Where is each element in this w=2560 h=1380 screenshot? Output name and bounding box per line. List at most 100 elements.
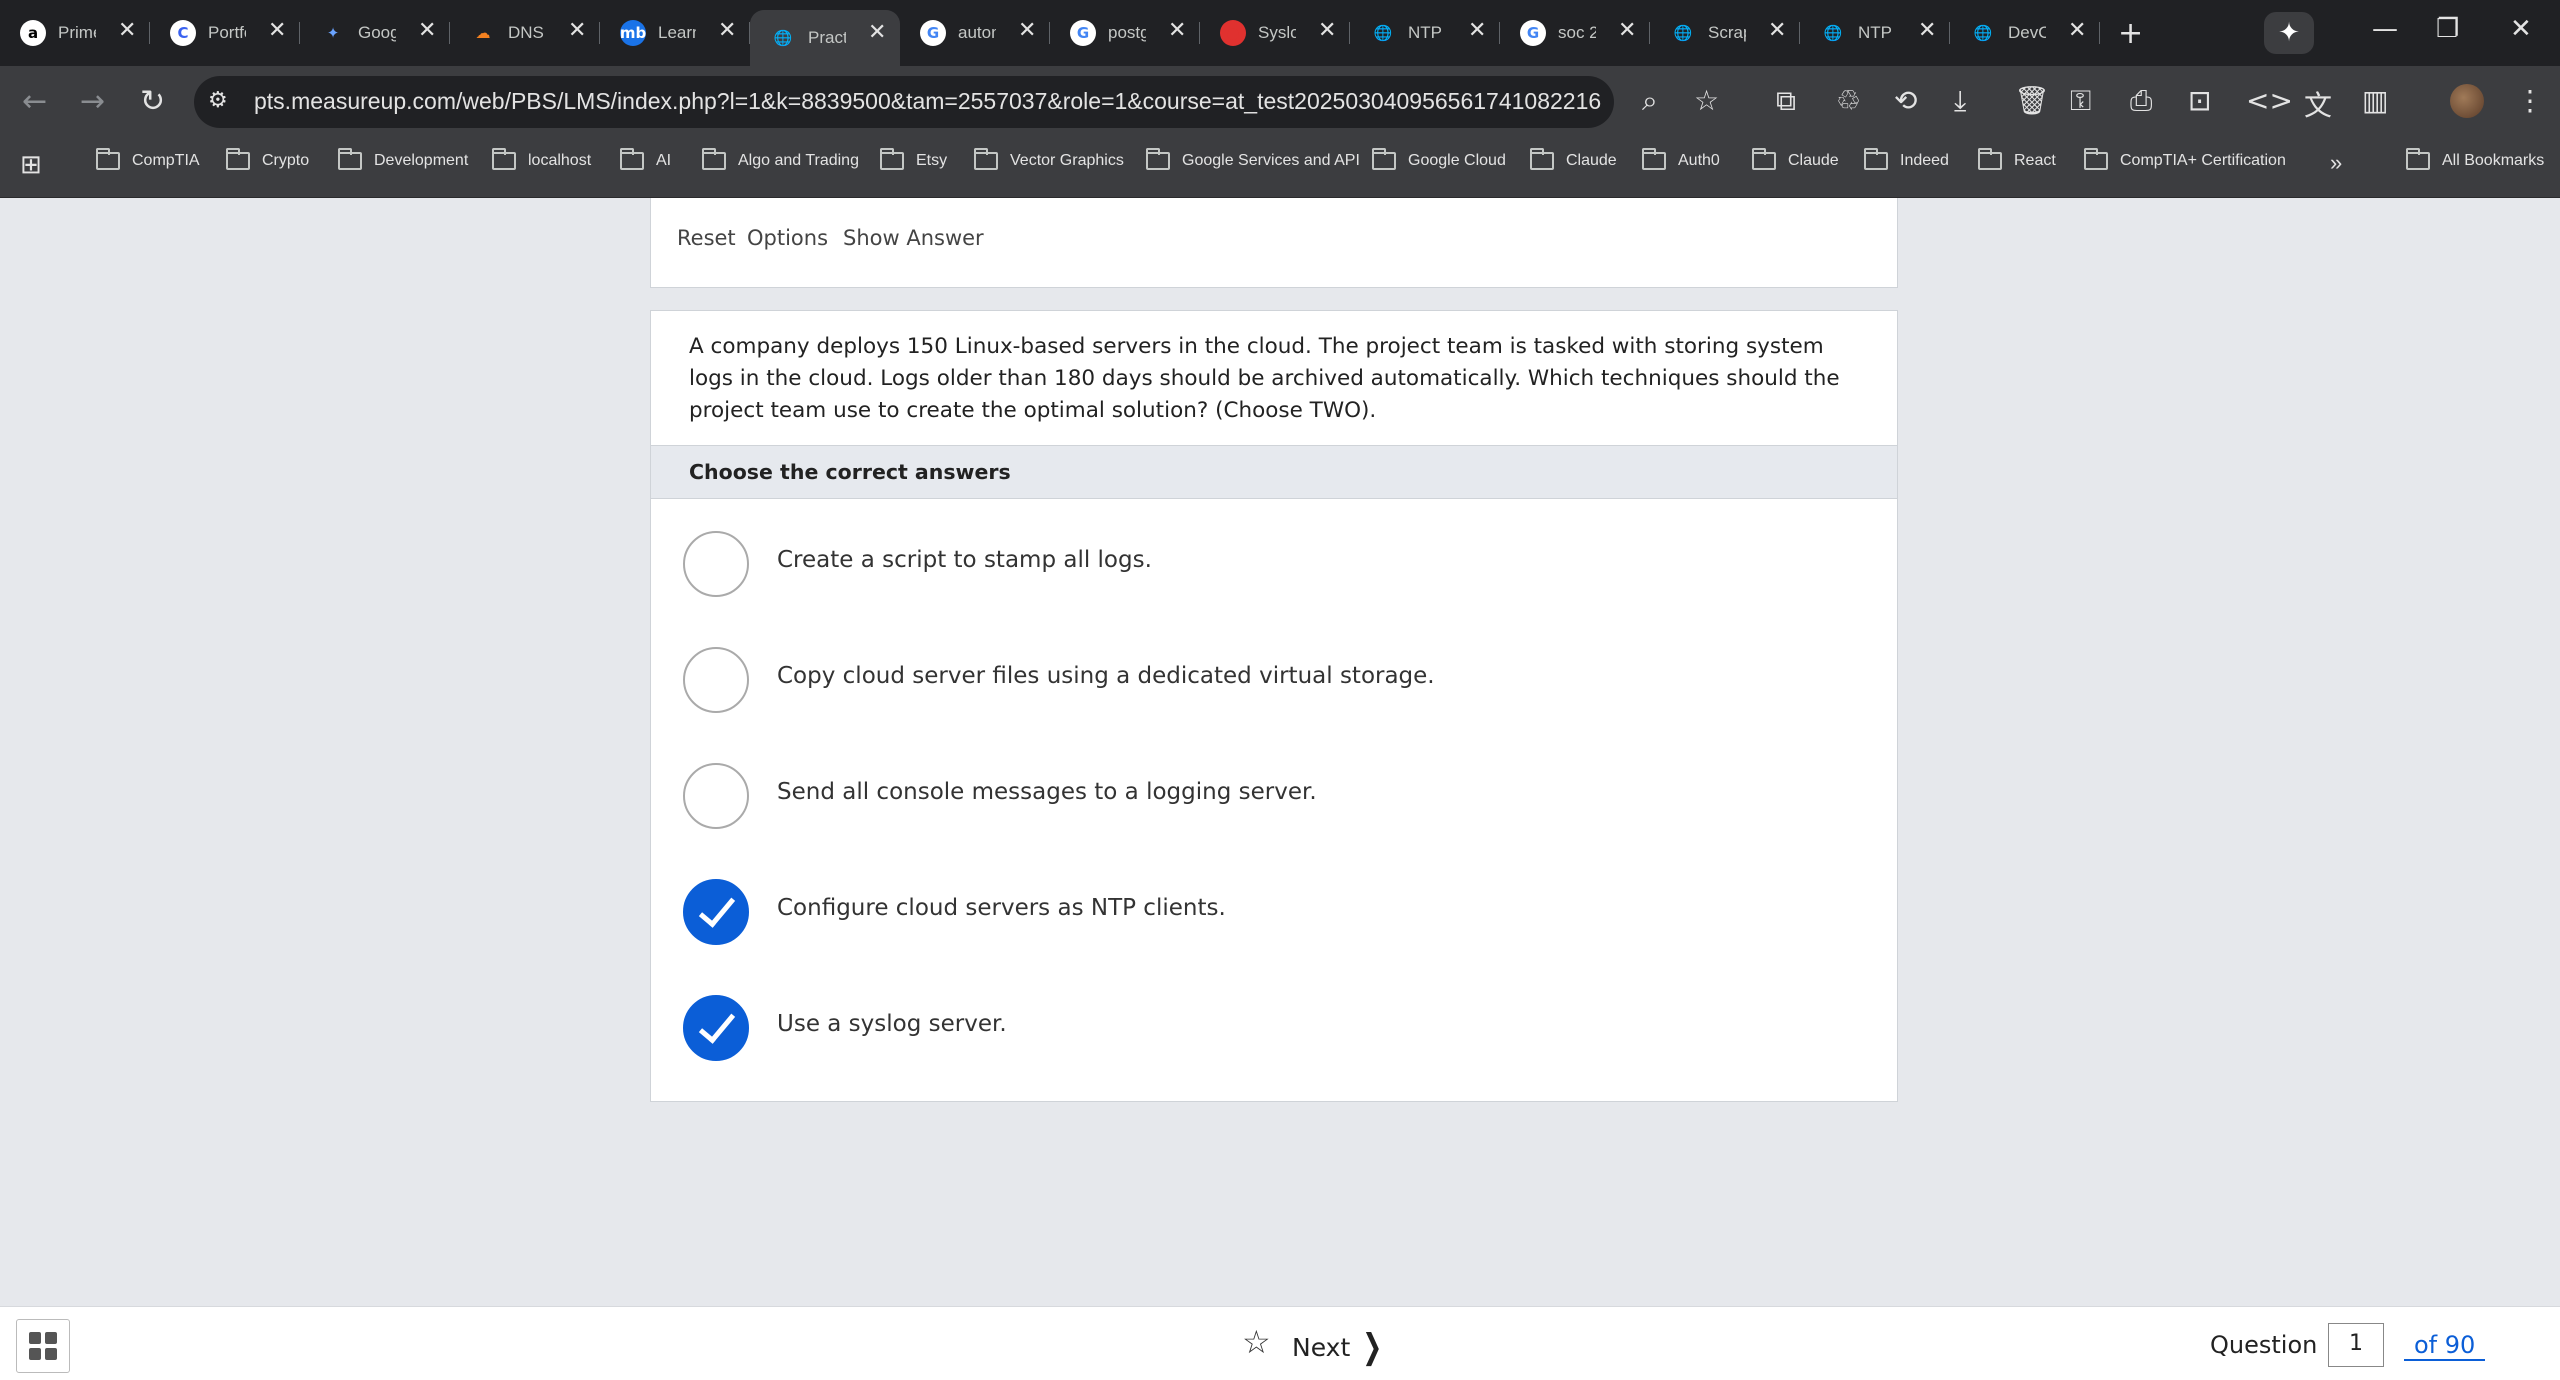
bookmark-folder[interactable]: localhost [492, 148, 591, 170]
download-icon[interactable]: ⤓ [1954, 84, 1966, 118]
question-total-link[interactable]: of 90 [2404, 1331, 2486, 1361]
bookmark-label: Auth0 [1678, 152, 1720, 169]
bookmark-folder[interactable]: Indeed [1864, 148, 1949, 170]
bookmark-folder[interactable]: Algo and Trading [702, 148, 859, 170]
unchecked-circle-icon[interactable] [683, 531, 749, 597]
checked-circle-icon[interactable] [683, 995, 749, 1061]
folder-icon [2406, 148, 2430, 170]
tab-close-icon[interactable]: ✕ [1018, 18, 1036, 43]
side-panel-icon[interactable]: ▥ [2362, 84, 2388, 117]
browser-tab[interactable]: mb Learn ✕ [600, 0, 750, 66]
bookmark-folder[interactable]: AI [620, 148, 671, 170]
tab-close-icon[interactable]: ✕ [1768, 18, 1786, 43]
bookmark-folder[interactable]: Crypto [226, 148, 309, 170]
profile-avatar[interactable] [2450, 84, 2484, 118]
zoom-icon[interactable]: ⌕ [1642, 84, 1658, 118]
browser-tab[interactable]: ● Syslog ✕ [1200, 0, 1350, 66]
site-info-icon[interactable]: ⚙ [208, 88, 236, 116]
bookmark-folder[interactable]: Claude [1752, 148, 1839, 170]
bookmark-folder[interactable]: React [1978, 148, 2056, 170]
browser-tab[interactable]: ✦ Google ✕ [300, 0, 450, 66]
browser-tab[interactable]: Gsoc 2 ✕ [1500, 0, 1650, 66]
gemini-icon[interactable]: ✦ [2264, 12, 2314, 54]
restore-icon[interactable]: ❐ [2436, 14, 2459, 44]
answer-option-label[interactable]: Configure cloud servers as NTP clients. [777, 895, 1226, 921]
tab-close-icon[interactable]: ✕ [418, 18, 436, 43]
url-text[interactable]: pts.measureup.com/web/PBS/LMS/index.php?… [254, 88, 1601, 115]
reset-link[interactable]: Reset [677, 226, 736, 250]
devtools-code-icon[interactable]: <> [2246, 84, 2293, 117]
question-grid-button[interactable] [16, 1319, 70, 1373]
unchecked-circle-icon[interactable] [683, 647, 749, 713]
bookmark-folder[interactable]: Vector Graphics [974, 148, 1124, 170]
print-icon[interactable]: ⎙ [2130, 84, 2152, 118]
trash-icon[interactable]: 🗑 [2014, 84, 2050, 117]
tab-close-icon[interactable]: ✕ [1918, 18, 1936, 43]
tab-close-icon[interactable]: ✕ [1318, 18, 1336, 43]
checked-circle-icon[interactable] [683, 879, 749, 945]
bookmark-star-icon[interactable]: ☆ [1694, 84, 1719, 117]
browser-tab[interactable]: ☁ DNS ✕ [450, 0, 600, 66]
bookmark-folder[interactable]: CompTIA [96, 148, 200, 170]
answer-option-label[interactable]: Create a script to stamp all logs. [777, 547, 1152, 573]
browser-tab[interactable]: 🌐 NTP ✕ [1350, 0, 1500, 66]
minimize-icon[interactable]: — [2372, 14, 2398, 44]
reload-icon[interactable]: ↻ [140, 84, 165, 119]
tab-close-icon[interactable]: ✕ [568, 18, 586, 43]
answer-option[interactable]: Use a syslog server. [651, 963, 1897, 1073]
bookmark-folder[interactable]: Auth0 [1642, 148, 1720, 170]
browser-tab[interactable]: a Prime ✕ [0, 0, 150, 66]
next-button[interactable]: Next ❯ [1292, 1327, 1387, 1367]
tab-close-icon[interactable]: ✕ [1168, 18, 1186, 43]
translate-icon[interactable]: 文 [2304, 84, 2332, 124]
history-icon[interactable]: ⟲ [1894, 84, 1917, 117]
chevron-right-icon: ❯ [1362, 1327, 1383, 1367]
tab-close-icon[interactable]: ✕ [718, 18, 736, 43]
unchecked-circle-icon[interactable] [683, 763, 749, 829]
bookmark-folder[interactable]: Google Cloud [1372, 148, 1506, 170]
apps-grid-icon[interactable]: ⊞ [20, 150, 42, 180]
forward-icon[interactable]: → [80, 84, 105, 119]
tab-close-icon[interactable]: ✕ [118, 18, 136, 43]
answer-option[interactable]: Create a script to stamp all logs. [651, 499, 1897, 609]
cast-icon[interactable]: ⊡ [2188, 84, 2211, 117]
browser-tab[interactable]: 🌐 NTP ✕ [1800, 0, 1950, 66]
bookmark-folder[interactable]: Development [338, 148, 468, 170]
browser-tab[interactable]: 🌐 Scrap ✕ [1650, 0, 1800, 66]
lens-search-icon[interactable]: ⧉ [1776, 84, 1796, 118]
options-link[interactable]: Options [747, 226, 828, 250]
tab-close-icon[interactable]: ✕ [1468, 18, 1486, 43]
browser-tab[interactable]: 🌐 Practice ✕ [750, 10, 900, 66]
answer-option[interactable]: Copy cloud server files using a dedicate… [651, 615, 1897, 725]
more-bookmarks-icon[interactable]: » [2330, 150, 2342, 176]
window-close-icon[interactable]: ✕ [2510, 14, 2532, 44]
browser-tab[interactable]: 🌐 DevOps ✕ [1950, 0, 2100, 66]
browser-tab[interactable]: Gautom ✕ [900, 0, 1050, 66]
more-menu-icon[interactable]: ⋮ [2516, 84, 2544, 117]
instruction-label: Choose the correct answers [689, 460, 1011, 484]
back-icon[interactable]: ← [22, 84, 47, 119]
bookmark-folder[interactable]: Etsy [880, 148, 947, 170]
bookmark-folder[interactable]: Google Services and API [1146, 148, 1360, 170]
browser-tab[interactable]: C Portfolio ✕ [150, 0, 300, 66]
tab-close-icon[interactable]: ✕ [868, 20, 886, 45]
tab-close-icon[interactable]: ✕ [2068, 18, 2086, 43]
question-number-input[interactable]: 1 [2328, 1323, 2384, 1367]
answer-option-label[interactable]: Copy cloud server files using a dedicate… [777, 663, 1435, 689]
mark-question-star-icon[interactable]: ☆ [1242, 1323, 1271, 1361]
answer-option-label[interactable]: Use a syslog server. [777, 1011, 1007, 1037]
answer-option[interactable]: Send all console messages to a logging s… [651, 731, 1897, 841]
answer-option-label[interactable]: Send all console messages to a logging s… [777, 779, 1317, 805]
address-bar[interactable]: ⚙ pts.measureup.com/web/PBS/LMS/index.ph… [194, 76, 1719, 128]
show-answer-link[interactable]: Show Answer [843, 226, 984, 250]
tab-close-icon[interactable]: ✕ [1618, 18, 1636, 43]
browser-tab[interactable]: Gpostgres ✕ [1050, 0, 1200, 66]
password-key-icon[interactable]: ⚿ [2070, 84, 2091, 118]
answer-option[interactable]: Configure cloud servers as NTP clients. [651, 847, 1897, 957]
new-tab-icon[interactable]: + [2118, 16, 2143, 51]
bookmark-folder[interactable]: Claude [1530, 148, 1617, 170]
bookmark-folder[interactable]: CompTIA+ Certification [2084, 148, 2286, 170]
all-bookmarks-button[interactable]: All Bookmarks [2406, 148, 2544, 170]
tab-close-icon[interactable]: ✕ [268, 18, 286, 43]
incognito-icon[interactable]: ♲ [1836, 84, 1861, 117]
